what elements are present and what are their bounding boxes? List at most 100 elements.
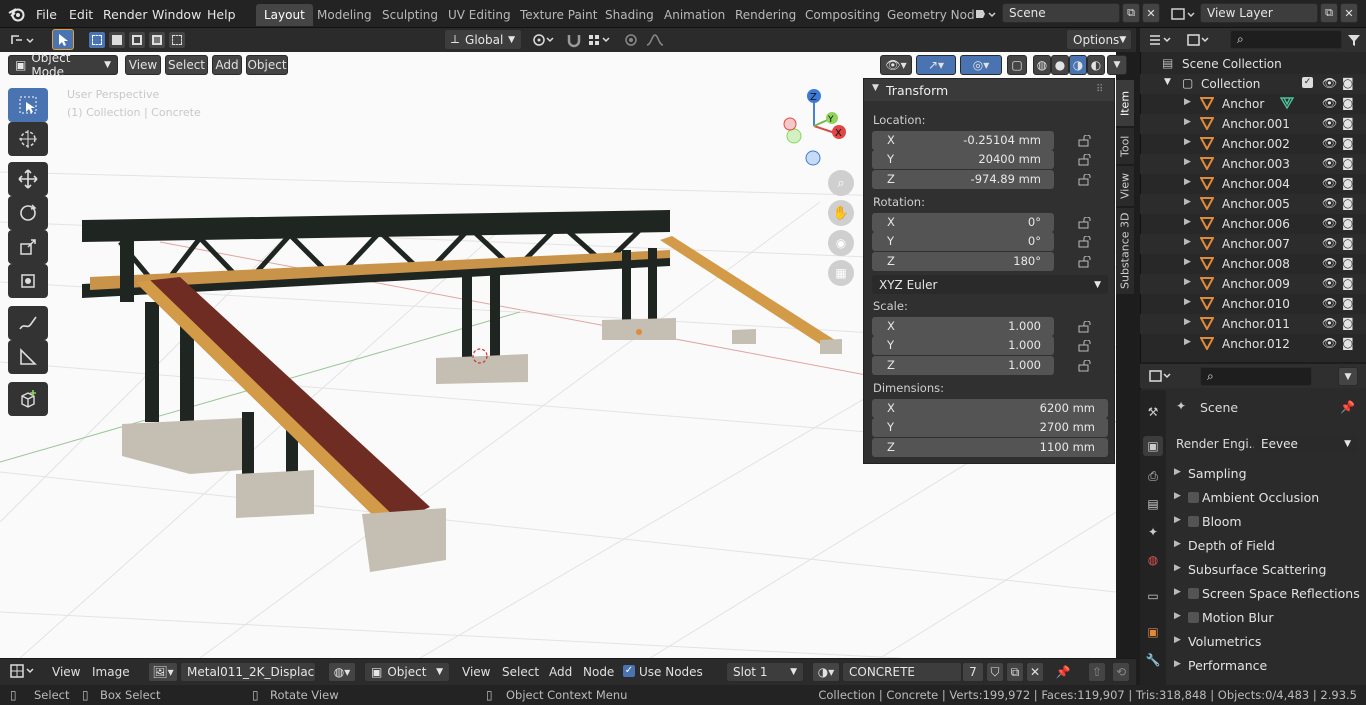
select-mode-extend-icon[interactable] xyxy=(108,31,126,49)
eye-icon[interactable]: 👁 xyxy=(1322,276,1337,290)
expand-arrow-icon[interactable]: ▶ xyxy=(1174,635,1181,645)
outliner-item[interactable]: ▶ Anchor.006 👁 ◙ xyxy=(1140,214,1366,234)
outliner-item[interactable]: ▶ Anchor.001 👁 ◙ xyxy=(1140,114,1366,134)
outliner-collection[interactable]: ▼ ▢ Collection ✓ 👁 ◙ xyxy=(1140,74,1366,94)
location-z-field[interactable]: Z -974.89 mm xyxy=(872,170,1054,189)
duplicate-material-icon[interactable]: ⧉ xyxy=(1006,662,1024,682)
view-layer-field[interactable]: View Layer xyxy=(1200,3,1318,23)
camera-icon[interactable]: ◙ xyxy=(1342,76,1354,90)
grid-view-icon[interactable]: ▦ xyxy=(828,260,854,286)
eye-icon[interactable]: 👁 xyxy=(1322,176,1337,190)
viewport-menu-select[interactable]: Select xyxy=(165,55,208,75)
rotation-y-field[interactable]: Y 0° xyxy=(872,232,1054,251)
tab-substance-3d[interactable]: Substance 3D xyxy=(1116,208,1134,294)
expand-arrow-icon[interactable]: ▶ xyxy=(1174,467,1181,477)
expand-arrow-icon[interactable]: ▶ xyxy=(1184,97,1191,107)
object-mode-dropdown[interactable]: ▣ Object Mode ▼ xyxy=(8,51,118,79)
options-dropdown[interactable]: Options ▼ xyxy=(1066,29,1132,50)
snap-toggle-icon[interactable] xyxy=(565,31,583,49)
expand-arrow-icon[interactable]: ▶ xyxy=(1184,157,1191,167)
eye-icon[interactable]: 👁 xyxy=(1322,76,1337,90)
pin-icon[interactable]: 📌 xyxy=(1340,400,1355,414)
expand-arrow-icon[interactable]: ▶ xyxy=(1184,197,1191,207)
material-name-field[interactable]: CONCRETE xyxy=(842,662,962,682)
expand-arrow-icon[interactable]: ▶ xyxy=(1184,177,1191,187)
lock-icon[interactable] xyxy=(1078,173,1092,186)
camera-icon[interactable]: ◙ xyxy=(1342,176,1354,190)
lock-icon[interactable] xyxy=(1078,235,1092,248)
lock-icon[interactable] xyxy=(1078,255,1092,268)
pin-icon[interactable]: 📌 xyxy=(1054,662,1072,682)
shader-object-dropdown[interactable]: ▣ Object ▼ xyxy=(364,662,450,682)
snap-node-icon[interactable]: ⟲ xyxy=(1112,662,1130,682)
scene-browse-icon[interactable] xyxy=(972,5,998,23)
dimensions-y-field[interactable]: Y 2700 mm xyxy=(872,418,1108,437)
navigation-gizmo[interactable]: Z X Y xyxy=(776,86,852,168)
menu-help[interactable]: Help xyxy=(198,0,245,28)
viewport-menu-object[interactable]: Object xyxy=(246,55,288,75)
pivot-point-icon[interactable] xyxy=(530,31,558,49)
tab-sculpting[interactable]: Sculpting xyxy=(374,4,446,26)
tab-tool[interactable]: Tool xyxy=(1116,128,1134,164)
lock-icon[interactable] xyxy=(1078,134,1092,147)
parent-node-tree-icon[interactable]: ⇧ xyxy=(1088,662,1106,682)
eye-icon[interactable]: 👁 xyxy=(1322,296,1337,310)
rotation-mode-dropdown[interactable]: XYZ Euler ▼ xyxy=(872,275,1108,294)
shading-options-icon[interactable]: ▼ xyxy=(1107,55,1127,75)
node-menu-select[interactable]: Select xyxy=(502,665,539,679)
camera-icon[interactable]: ◙ xyxy=(1342,116,1354,130)
exclude-checkbox[interactable]: ✓ xyxy=(1302,77,1313,88)
gizmo-toggle-icon[interactable]: ↗▾ xyxy=(916,55,956,75)
scene-name-field[interactable]: Scene xyxy=(1002,3,1120,23)
properties-search-input[interactable]: ⌕ xyxy=(1200,367,1312,386)
select-mode-subtract-icon[interactable] xyxy=(128,31,146,49)
new-scene-icon[interactable]: ⧉ xyxy=(1122,3,1140,23)
tab-item[interactable]: Item xyxy=(1116,80,1134,126)
tool-cursor[interactable] xyxy=(8,122,48,156)
eye-icon[interactable]: 👁 xyxy=(1322,316,1337,330)
shader-type-icon[interactable]: ◍▾ xyxy=(328,662,356,682)
outliner-item[interactable]: ▶ Anchor.005 👁 ◙ xyxy=(1140,194,1366,214)
tool-properties-icon[interactable]: ⚒ xyxy=(1143,402,1163,422)
camera-icon[interactable]: ◙ xyxy=(1342,276,1354,290)
blender-logo-icon[interactable] xyxy=(8,6,26,22)
node-menu-view[interactable]: View xyxy=(462,665,490,679)
section-checkbox[interactable] xyxy=(1188,516,1199,527)
dimensions-x-field[interactable]: X 6200 mm xyxy=(872,399,1108,418)
tool-move[interactable] xyxy=(8,162,48,196)
camera-icon[interactable]: ◙ xyxy=(1342,156,1354,170)
dimensions-z-field[interactable]: Z 1100 mm xyxy=(872,438,1108,457)
wireframe-shading-icon[interactable]: ◍ xyxy=(1033,55,1051,75)
render-properties-icon[interactable]: ▣ xyxy=(1143,436,1163,456)
editor-type-icon[interactable] xyxy=(8,31,40,49)
properties-section[interactable]: ▶ Ambient Occlusion xyxy=(1168,487,1366,509)
properties-section[interactable]: ▶ Depth of Field xyxy=(1168,535,1366,557)
outliner-item[interactable]: ▶ Anchor.012 👁 ◙ xyxy=(1140,334,1366,354)
slot-dropdown[interactable]: Slot 1 ▼ xyxy=(726,662,804,682)
outliner-item[interactable]: ▶ Anchor.008 👁 ◙ xyxy=(1140,254,1366,274)
camera-icon[interactable]: ◙ xyxy=(1342,316,1354,330)
scale-x-field[interactable]: X 1.000 xyxy=(872,317,1054,336)
scene-properties-icon[interactable]: ✦ xyxy=(1143,522,1163,542)
outliner-item[interactable]: ▶ Anchor.003 👁 ◙ xyxy=(1140,154,1366,174)
eye-icon[interactable]: 👁 xyxy=(1322,96,1337,110)
properties-section[interactable]: ▶ Performance xyxy=(1168,655,1366,677)
eye-icon[interactable]: 👁 xyxy=(1322,156,1337,170)
collapse-arrow-icon[interactable]: ▼ xyxy=(872,83,879,93)
eye-icon[interactable]: 👁 xyxy=(1322,196,1337,210)
tab-modeling[interactable]: Modeling xyxy=(309,4,380,26)
expand-arrow-icon[interactable]: ▶ xyxy=(1184,297,1191,307)
expand-arrow-icon[interactable]: ▶ xyxy=(1184,117,1191,127)
tab-rendering[interactable]: Rendering xyxy=(727,4,804,26)
lock-icon[interactable] xyxy=(1078,320,1092,333)
snap-target-icon[interactable] xyxy=(586,31,614,49)
bottom-menu-image[interactable]: Image xyxy=(92,665,130,679)
tab-layout[interactable]: Layout xyxy=(256,4,313,26)
delete-view-layer-icon[interactable]: ✕ xyxy=(1340,3,1358,23)
image-browse-icon[interactable]: 🖼▾ xyxy=(148,662,178,682)
outliner-item[interactable]: ▶ Anchor 👁 ◙ xyxy=(1140,94,1366,114)
section-checkbox[interactable] xyxy=(1188,492,1199,503)
camera-icon[interactable]: ◙ xyxy=(1342,196,1354,210)
lock-icon[interactable] xyxy=(1078,153,1092,166)
modifier-properties-icon[interactable]: 🔧 xyxy=(1143,650,1163,670)
